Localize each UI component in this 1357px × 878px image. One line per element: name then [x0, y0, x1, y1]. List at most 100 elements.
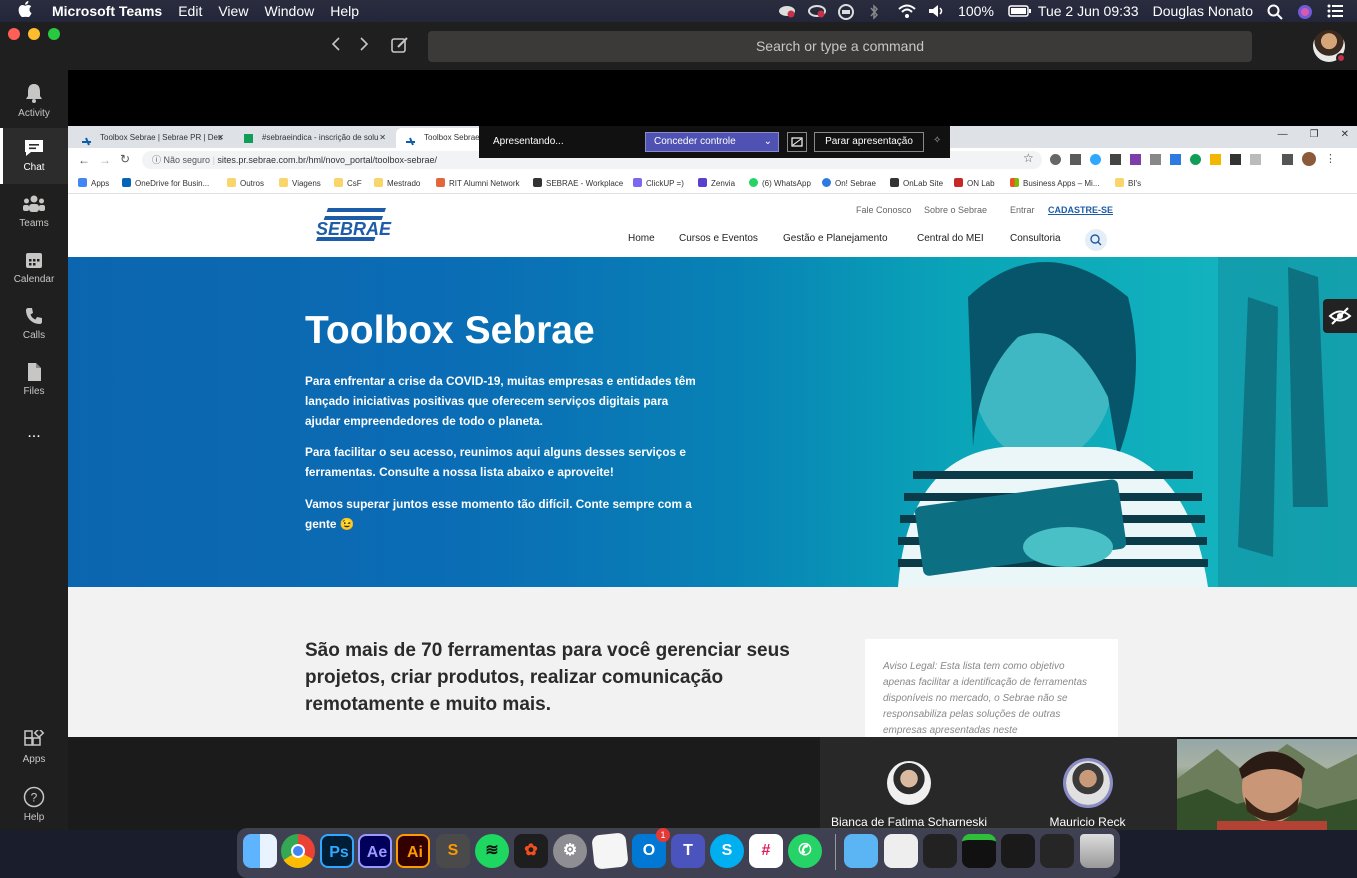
browser-tab[interactable]: #sebraeindica - inscrição de solu ✕	[234, 128, 392, 148]
pin-icon[interactable]: ✧	[933, 135, 941, 146]
key-icon[interactable]	[1282, 154, 1293, 165]
bookmark-item[interactable]: ClickUP =)	[633, 178, 684, 188]
link-entrar[interactable]: Entrar	[1010, 205, 1035, 215]
rail-activity[interactable]: Activity	[0, 72, 68, 128]
apple-icon[interactable]	[18, 1, 38, 21]
bookmark-star-icon[interactable]: ☆	[1023, 151, 1034, 165]
after-effects-icon[interactable]: Ae	[358, 834, 392, 868]
illustrator-icon[interactable]: Ai	[396, 834, 430, 868]
extension-icon[interactable]	[1130, 154, 1141, 165]
info-icon[interactable]: ⓘ	[152, 155, 161, 165]
user-avatar[interactable]	[1313, 30, 1346, 63]
bookmark-item[interactable]: SEBRAE - Workplace	[533, 178, 623, 188]
spotify-icon[interactable]: ≋	[475, 834, 509, 868]
back-icon[interactable]	[330, 36, 342, 57]
command-search-input[interactable]: Search or type a command	[428, 31, 1252, 62]
link-fale-conosco[interactable]: Fale Conosco	[856, 205, 912, 215]
window-thumbnail[interactable]	[1001, 834, 1035, 868]
extension-icon[interactable]	[1170, 154, 1181, 165]
profile-avatar[interactable]	[1302, 152, 1316, 166]
bookmark-item[interactable]: On! Sebrae	[822, 178, 876, 188]
applications-folder-icon[interactable]	[844, 834, 878, 868]
nav-gestao-planejamento[interactable]: Gestão e Planejamento	[783, 233, 888, 244]
bookmark-item[interactable]: OnLab Site	[890, 178, 943, 188]
bookmark-item[interactable]: Outros	[227, 178, 264, 188]
photoshop-icon[interactable]: Ps	[320, 834, 354, 868]
bookmark-item[interactable]: CsF	[334, 178, 362, 188]
bookmark-item[interactable]: BI's	[1115, 178, 1141, 188]
include-audio-button[interactable]	[787, 132, 807, 152]
user-name[interactable]: Douglas Nonato	[1153, 3, 1253, 19]
teams-icon[interactable]: T	[671, 834, 705, 868]
bookmark-item[interactable]: (6) WhatsApp	[749, 178, 811, 188]
minimize-icon[interactable]: —	[1278, 129, 1288, 140]
skype-icon[interactable]: S	[710, 834, 744, 868]
rail-more[interactable]: ...	[0, 408, 68, 464]
siri-icon[interactable]	[1297, 4, 1313, 19]
nav-home[interactable]: Home	[628, 233, 655, 244]
close-tab-icon[interactable]: ✕	[217, 128, 224, 148]
volume-icon[interactable]	[928, 4, 944, 18]
vpn-icon[interactable]	[838, 4, 855, 20]
whatsapp-icon[interactable]: ✆	[788, 834, 822, 868]
menu-edit[interactable]: Edit	[178, 3, 202, 19]
notification-center-icon[interactable]	[1327, 4, 1343, 18]
extension-icon[interactable]	[1090, 154, 1101, 165]
stop-presenting-button[interactable]: Parar apresentação	[814, 132, 924, 152]
participant-tile[interactable]: Mauricio Reck	[998, 737, 1177, 830]
menu-app-name[interactable]: Microsoft Teams	[52, 3, 162, 19]
rail-files[interactable]: Files	[0, 352, 68, 408]
participant-tile[interactable]: Bianca de Fatima Scharneski	[820, 737, 998, 830]
outlook-icon[interactable]: O 1	[632, 828, 670, 868]
sebrae-logo[interactable]: SEBRAE	[315, 208, 396, 249]
forward-icon[interactable]: →	[99, 153, 111, 167]
bookmark-item[interactable]: Zenvia	[698, 178, 735, 188]
sync-icon[interactable]	[808, 4, 827, 18]
rail-chat[interactable]: Chat	[0, 128, 68, 184]
extension-icon[interactable]	[1210, 154, 1221, 165]
nav-consultoria[interactable]: Consultoria	[1010, 233, 1061, 244]
extension-icon[interactable]	[1070, 154, 1081, 165]
figma-icon[interactable]: ✿	[514, 834, 548, 868]
self-video-preview[interactable]	[1177, 739, 1357, 830]
reload-icon[interactable]: ↻	[120, 152, 130, 166]
site-search-button[interactable]	[1085, 229, 1107, 251]
bookmark-item[interactable]: Viagens	[279, 178, 321, 188]
rail-help[interactable]: ? Help	[0, 776, 68, 832]
back-icon[interactable]: ←	[78, 153, 90, 167]
finder-icon[interactable]	[243, 834, 277, 868]
link-cadastre-se[interactable]: CADASTRE-SE	[1048, 205, 1113, 215]
bookmark-item[interactable]: Mestrado	[374, 178, 420, 188]
forward-icon[interactable]	[358, 36, 370, 57]
battery-icon[interactable]	[1008, 4, 1031, 18]
close-window-button[interactable]	[8, 28, 20, 40]
browser-menu-icon[interactable]: ⋮	[1325, 152, 1336, 166]
nav-central-mei[interactable]: Central do MEI	[917, 233, 984, 244]
bookmark-item[interactable]: OneDrive for Busin...	[122, 178, 209, 188]
extension-icon[interactable]	[1190, 154, 1201, 165]
browser-tab[interactable]: Toolbox Sebrae | Sebrae PR | Des ✕	[72, 128, 230, 148]
clock[interactable]: Tue 2 Jun 09:33	[1038, 3, 1139, 19]
sublime-text-icon[interactable]: S	[436, 834, 470, 868]
slack-icon[interactable]: #	[749, 834, 783, 868]
menu-help[interactable]: Help	[330, 3, 359, 19]
link-sobre-sebrae[interactable]: Sobre o Sebrae	[924, 205, 987, 215]
menu-view[interactable]: View	[218, 3, 248, 19]
extension-icon[interactable]	[1230, 154, 1241, 165]
rail-apps[interactable]: Apps	[0, 720, 68, 776]
bookmark-item[interactable]: RIT Alumni Network	[436, 178, 520, 188]
chrome-icon[interactable]	[281, 834, 315, 868]
maximize-icon[interactable]: ❐	[1310, 129, 1319, 140]
extension-icon[interactable]	[1110, 154, 1121, 165]
menu-window[interactable]: Window	[264, 3, 314, 19]
zoom-window-button[interactable]	[48, 28, 60, 40]
bookmark-item[interactable]: Business Apps – Mi...	[1010, 178, 1099, 188]
wifi-icon[interactable]	[898, 4, 916, 18]
extension-icon[interactable]	[1150, 154, 1161, 165]
rail-calls[interactable]: Calls	[0, 296, 68, 352]
rail-teams[interactable]: Teams	[0, 184, 68, 240]
creative-cloud-icon[interactable]	[778, 4, 796, 18]
textedit-icon[interactable]	[591, 832, 629, 870]
accessibility-toggle-button[interactable]	[1323, 299, 1357, 333]
window-thumbnail[interactable]	[1040, 834, 1074, 868]
